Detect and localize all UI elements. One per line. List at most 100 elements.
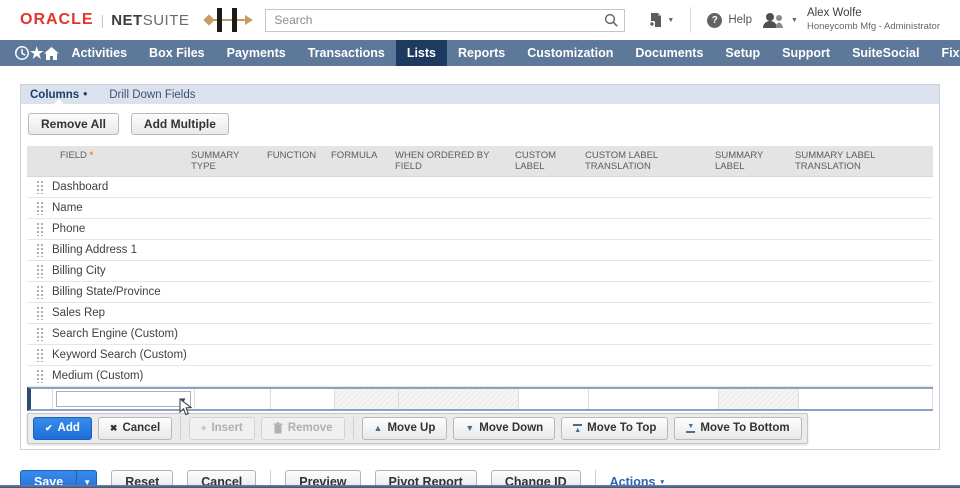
drag-handle-icon[interactable] bbox=[36, 327, 43, 341]
nav-item-transactions[interactable]: Transactions bbox=[297, 40, 396, 66]
field-name: Sales Rep bbox=[49, 307, 933, 319]
edit-function-cell[interactable] bbox=[271, 389, 335, 409]
nav-item-payments[interactable]: Payments bbox=[216, 40, 297, 66]
nav-item-lists[interactable]: Lists bbox=[396, 40, 447, 66]
arrow-down-icon: ▼ bbox=[465, 423, 474, 433]
company-logo-arrow bbox=[245, 15, 253, 25]
drag-handle-icon[interactable] bbox=[36, 369, 43, 383]
drag-handle-icon[interactable] bbox=[36, 243, 43, 257]
field-name: Name bbox=[49, 202, 933, 214]
add-multiple-button[interactable]: Add Multiple bbox=[131, 113, 229, 135]
col-header-formula: FORMULA bbox=[331, 150, 395, 161]
remove-button[interactable]: Remove bbox=[261, 417, 345, 440]
columns-editor-panel: Columns • Drill Down Fields Remove All A… bbox=[20, 84, 940, 450]
mouse-cursor bbox=[179, 398, 193, 416]
move-to-bottom-button[interactable]: ▼ Move To Bottom bbox=[674, 417, 801, 440]
shortcuts-star-icon[interactable]: ★ bbox=[30, 40, 43, 66]
drag-handle-icon[interactable] bbox=[36, 348, 43, 362]
table-row: Billing State/Province bbox=[27, 282, 933, 303]
edit-custom-label-cell[interactable] bbox=[519, 389, 589, 409]
tab-drilldown-label: Drill Down Fields bbox=[109, 89, 195, 101]
home-icon[interactable] bbox=[43, 40, 60, 66]
avatar-icon bbox=[762, 11, 786, 29]
remove-button-label: Remove bbox=[288, 422, 333, 434]
arrow-to-bottom-icon: ▼ bbox=[686, 423, 695, 434]
add-button[interactable]: ✔Add bbox=[33, 417, 92, 440]
logo-separator: | bbox=[101, 12, 105, 28]
netsuite-logo: NETSUITE bbox=[111, 12, 189, 29]
nav-item-customization[interactable]: Customization bbox=[516, 40, 624, 66]
field-name: Medium (Custom) bbox=[49, 370, 933, 382]
subtab-bar: Columns • Drill Down Fields bbox=[21, 85, 939, 104]
drag-handle-icon[interactable] bbox=[36, 180, 43, 194]
recent-records-icon[interactable] bbox=[14, 40, 30, 66]
insert-button-label: Insert bbox=[211, 422, 242, 434]
drag-handle-icon[interactable] bbox=[36, 201, 43, 215]
edit-custom-label-translation-cell[interactable] bbox=[589, 389, 719, 409]
drag-handle-icon[interactable] bbox=[36, 264, 43, 278]
remove-all-button[interactable]: Remove All bbox=[28, 113, 119, 135]
tab-drill-down-fields[interactable]: Drill Down Fields bbox=[109, 85, 195, 104]
edit-summary-type-cell[interactable] bbox=[195, 389, 271, 409]
move-to-bottom-button-label: Move To Bottom bbox=[700, 422, 789, 434]
move-down-button[interactable]: ▼ Move Down bbox=[453, 417, 555, 440]
move-up-button-label: Move Up bbox=[387, 422, 435, 434]
search-icon[interactable] bbox=[604, 13, 619, 33]
plus-icon: + bbox=[201, 423, 206, 433]
nav-item-suitesocial[interactable]: SuiteSocial bbox=[841, 40, 930, 66]
chevron-down-icon: ▼ bbox=[667, 17, 674, 24]
required-marker: * bbox=[90, 150, 94, 161]
tab-columns[interactable]: Columns • bbox=[30, 85, 87, 104]
insert-button[interactable]: + Insert bbox=[189, 417, 255, 440]
star-glyph: ★ bbox=[30, 46, 43, 61]
drag-handle-icon[interactable] bbox=[36, 222, 43, 236]
col-header-function: FUNCTION bbox=[267, 150, 331, 161]
netsuite-report-columns-editor: ORACLE | NETSUITE ▼ ? Help bbox=[0, 0, 960, 488]
move-up-button[interactable]: ▲Move Up bbox=[362, 417, 448, 440]
header-right-cluster: ▼ ? Help ▼ Alex Wolfe Honeycomb Mfg - Ad… bbox=[648, 7, 940, 33]
cancel-line-button[interactable]: ✖Cancel bbox=[98, 417, 172, 440]
user-name: Alex Wolfe bbox=[807, 7, 940, 21]
table-row: Name bbox=[27, 198, 933, 219]
edit-summary-label-translation-cell[interactable] bbox=[799, 389, 933, 409]
tab-columns-marker: • bbox=[83, 89, 87, 101]
netsuite-logo-bold: NET bbox=[111, 12, 143, 29]
move-to-top-button[interactable]: ▲Move To Top bbox=[561, 417, 668, 440]
oracle-logo: ORACLE bbox=[20, 11, 94, 29]
nav-item-support[interactable]: Support bbox=[771, 40, 841, 66]
new-column-edit-row: ▼ bbox=[27, 387, 933, 411]
nav-item-documents[interactable]: Documents bbox=[624, 40, 714, 66]
drag-handle-icon[interactable] bbox=[36, 285, 43, 299]
field-name: Phone bbox=[49, 223, 933, 235]
user-menu[interactable]: ▼ Alex Wolfe Honeycomb Mfg - Administrat… bbox=[762, 7, 940, 32]
nav-item-reports[interactable]: Reports bbox=[447, 40, 516, 66]
cancel-line-button-label: Cancel bbox=[122, 422, 160, 434]
nav-item-box-files[interactable]: Box Files bbox=[138, 40, 216, 66]
table-row: Dashboard bbox=[27, 177, 933, 198]
col-header-field: FIELD * bbox=[49, 150, 191, 161]
field-name: Keyword Search (Custom) bbox=[49, 349, 933, 361]
col-header-field-label: FIELD bbox=[60, 150, 87, 161]
col-header-summary-label: SUMMARY LABEL bbox=[715, 150, 795, 173]
company-logo-line bbox=[205, 19, 247, 21]
nav-item-activities[interactable]: Activities bbox=[60, 40, 138, 66]
drag-handle-icon[interactable] bbox=[36, 306, 43, 320]
nav-item-setup[interactable]: Setup bbox=[714, 40, 771, 66]
help-icon: ? bbox=[707, 13, 722, 28]
header-divider bbox=[690, 7, 691, 33]
create-new-menu[interactable]: ▼ bbox=[648, 12, 674, 28]
col-header-custom-label-translation: CUSTOM LABEL TRANSLATION bbox=[585, 150, 715, 173]
check-icon: ✔ bbox=[45, 423, 53, 434]
netsuite-logo-light: SUITE bbox=[143, 12, 190, 29]
field-select[interactable]: ▼ bbox=[56, 391, 191, 407]
toolbar-divider bbox=[353, 417, 354, 439]
user-role: Honeycomb Mfg - Administrator bbox=[807, 21, 940, 32]
edit-when-ordered-cell-disabled bbox=[399, 389, 519, 409]
move-to-top-button-label: Move To Top bbox=[587, 422, 656, 434]
move-down-button-label: Move Down bbox=[479, 422, 543, 434]
search-input[interactable] bbox=[265, 9, 625, 32]
chevron-down-icon: ▼ bbox=[791, 17, 798, 24]
nav-item-fixed-assets[interactable]: Fixed Assets bbox=[930, 40, 960, 66]
help-menu[interactable]: ? Help bbox=[707, 13, 752, 28]
col-header-summary-type: SUMMARY TYPE bbox=[191, 150, 267, 173]
